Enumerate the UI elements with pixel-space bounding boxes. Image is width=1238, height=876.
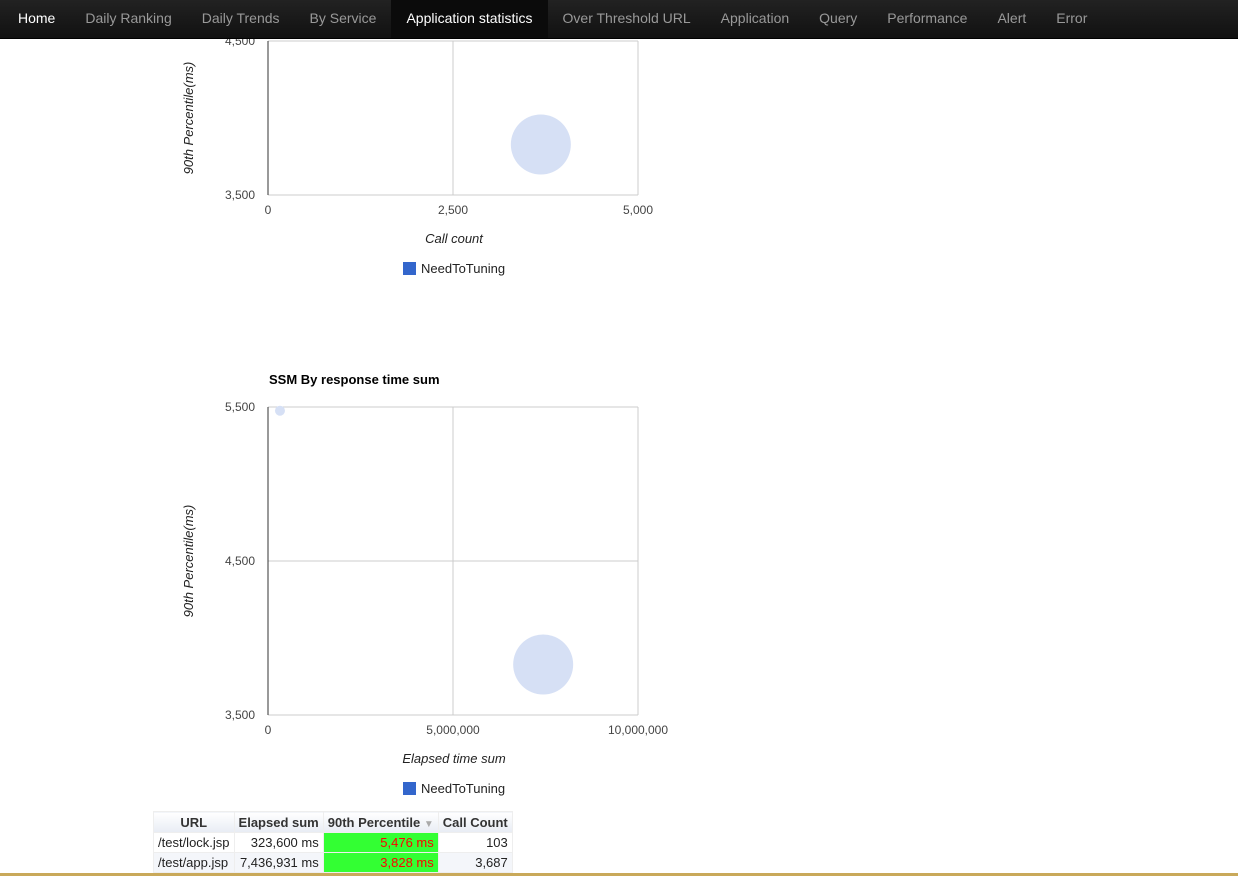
sort-descending-icon: ▼ (423, 818, 434, 830)
x-axis-label: Call count (425, 231, 484, 246)
legend-swatch (403, 262, 416, 275)
x-axis-label: Elapsed time sum (402, 751, 505, 766)
column-header-url[interactable]: URL (153, 811, 235, 833)
bubble-chart-response-time-sum: SSM By response time sum 0 5,000,000 10,00… (181, 372, 668, 796)
legend-label[interactable]: NeedToTuning (421, 781, 505, 796)
y-tick-label: 3,500 (225, 708, 255, 722)
nav-menu: Home Daily Ranking Daily Trends By Servi… (0, 0, 1238, 38)
bubble-point[interactable] (513, 634, 574, 695)
x-tick-label: 2,500 (438, 203, 468, 217)
x-tick-label: 0 (265, 203, 272, 217)
x-tick-label: 10,000,000 (608, 723, 668, 737)
y-axis-label: 90th Percentile(ms) (181, 62, 196, 175)
nav-item-over-threshold-url[interactable]: Over Threshold URL (548, 0, 706, 38)
table-row[interactable]: /test/app.jsp 7,436,931 ms 3,828 ms 3,68… (153, 852, 513, 873)
chart-grid (267, 40, 639, 196)
cell-elapsed-sum: 7,436,931 ms (233, 852, 324, 873)
nav-item-performance[interactable]: Performance (872, 0, 982, 38)
x-tick-label: 0 (265, 723, 272, 737)
y-axis-label: 90th Percentile(ms) (181, 505, 196, 618)
nav-item-application-statistics[interactable]: Application statistics (391, 0, 548, 38)
chart-ticks: 0 5,000,000 10,000,000 3,500 4,500 5,500 (225, 400, 668, 737)
chart-bubbles (510, 114, 571, 175)
column-header-call-count[interactable]: Call Count (437, 811, 513, 833)
bubble-point[interactable] (510, 114, 571, 175)
x-tick-label: 5,000,000 (426, 723, 480, 737)
column-header-elapsed-sum[interactable]: Elapsed sum (233, 811, 324, 833)
nav-item-daily-trends[interactable]: Daily Trends (187, 0, 295, 38)
nav-item-application[interactable]: Application (706, 0, 805, 38)
y-tick-label: 4,500 (225, 554, 255, 568)
nav-item-daily-ranking[interactable]: Daily Ranking (70, 0, 186, 38)
chart-grid (267, 406, 639, 716)
x-tick-label: 5,000 (623, 203, 653, 217)
cell-url: /test/app.jsp (153, 852, 235, 873)
nav-item-query[interactable]: Query (804, 0, 872, 38)
table-header-row: URL Elapsed sum 90th Percentile ▼ Call C… (153, 811, 513, 833)
top-navbar: Home Daily Ranking Daily Trends By Servi… (0, 0, 1238, 39)
y-tick-label: 3,500 (225, 188, 255, 202)
nav-item-error[interactable]: Error (1041, 0, 1102, 38)
cell-elapsed-sum: 323,600 ms (233, 832, 324, 853)
chart-bubbles (274, 405, 574, 695)
cell-url: /test/lock.jsp (153, 832, 235, 853)
column-header-label: 90th Percentile (327, 814, 421, 830)
cell-90th-percentile: 5,476 ms (322, 832, 439, 853)
table-row[interactable]: /test/lock.jsp 323,600 ms 5,476 ms 103 (153, 832, 513, 853)
bubble-chart-call-count: 0 2,500 5,0003,5004,500 Call count 90th Pe… (181, 34, 653, 276)
chart-title: SSM By response time sum (269, 372, 440, 387)
nav-item-by-service[interactable]: By Service (295, 0, 392, 38)
column-header-90th-percentile[interactable]: 90th Percentile ▼ (322, 811, 439, 833)
y-tick-label: 5,500 (225, 400, 255, 414)
nav-item-home[interactable]: Home (3, 0, 70, 38)
legend-swatch (403, 782, 416, 795)
nav-item-alert[interactable]: Alert (982, 0, 1041, 38)
legend-label[interactable]: NeedToTuning (421, 261, 505, 276)
chart-ticks: 0 2,500 5,0003,5004,500 (225, 34, 653, 217)
bubble-point[interactable] (274, 405, 285, 416)
cell-call-count: 3,687 (437, 852, 513, 873)
url-stats-table: URL Elapsed sum 90th Percentile ▼ Call C… (153, 811, 513, 873)
cell-call-count: 103 (437, 832, 513, 853)
cell-90th-percentile: 3,828 ms (322, 852, 439, 873)
